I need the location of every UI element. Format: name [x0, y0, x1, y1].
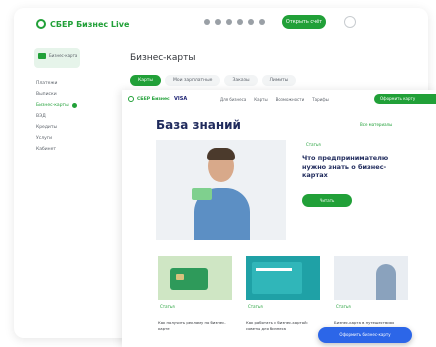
sidebar-item[interactable]: Бизнес-карты [36, 100, 96, 111]
phone-icon[interactable] [226, 19, 232, 25]
sber-logo[interactable]: СБЕР Бизнес Live [36, 19, 129, 29]
logo-icon [36, 19, 46, 29]
sidebar-item-label: Бизнес-карты [36, 103, 69, 108]
sidebar-item[interactable]: ВЭД [36, 111, 96, 122]
all-materials-link[interactable]: Все материалы [360, 122, 392, 127]
tab-bar: Карты Мои зарплатные Заказы Лимиты [130, 75, 297, 86]
feature-title[interactable]: Что предпринимателю нужно знать о бизнес… [302, 154, 402, 180]
tab[interactable]: Заказы [224, 75, 258, 86]
open-account-button[interactable]: Открыть счёт [282, 15, 326, 29]
mail-icon[interactable] [237, 19, 243, 25]
settings-icon[interactable] [248, 19, 254, 25]
site-nav-link[interactable]: Тарифы [312, 97, 329, 102]
article-title[interactable]: Как получить рекламу по бизнес-карте [158, 320, 234, 332]
sidebar-item[interactable]: Услуги [36, 133, 96, 144]
sidebar-item[interactable]: Кабинет [36, 144, 96, 155]
person-hair [207, 148, 235, 160]
logo-text: СБЕР Бизнес Live [50, 19, 130, 29]
active-indicator-icon [71, 103, 77, 108]
article-title[interactable]: Как работать с бизнес-картой: советы для… [246, 320, 322, 332]
card-chip-icon [176, 274, 184, 280]
bell-icon[interactable] [204, 19, 210, 25]
order-card-nav-button[interactable]: Оформить карту [374, 94, 436, 104]
screen-bar [256, 268, 292, 271]
read-button[interactable]: Читать [302, 194, 352, 207]
hero-image[interactable] [156, 140, 286, 240]
screen: СБЕР Бизнес Live Открыть счёт Бизнес-кар… [0, 0, 436, 347]
feature-badge: Статья [306, 142, 321, 147]
article-image-2[interactable] [246, 256, 320, 300]
tab[interactable]: Карты [130, 75, 161, 86]
knowledge-base-title: База знаний [156, 118, 241, 132]
sidebar-item[interactable]: Кредиты [36, 122, 96, 133]
sidebar-item-label: Платежи [36, 81, 58, 86]
person-illustration [376, 264, 396, 300]
site-logo-icon [128, 96, 134, 102]
sidebar-item-label: Услуги [36, 136, 53, 141]
user-icon[interactable] [259, 19, 265, 25]
sidebar: Платежи Выписки Бизнес-карты ВЭД Кредиты Услу… [36, 78, 96, 155]
site-nav: СБЕР Бизнес VISA Для бизнеса Карты Возможн… [122, 90, 436, 108]
sidebar-item-label: Выписки [36, 92, 57, 97]
chat-icon[interactable] [215, 19, 221, 25]
green-card [192, 188, 212, 200]
browser-window: СБЕР Бизнес VISA Для бизнеса Карты Возможн… [122, 90, 436, 347]
article-badge: Статья [248, 304, 263, 309]
card-thumbnail-label: Бизнес-карта [49, 53, 78, 58]
site-nav-links: Для бизнеса Карты Возможности Тарифы [220, 97, 329, 102]
tab[interactable]: Мои зарплатные [164, 75, 221, 86]
toolbar-icons [204, 19, 265, 25]
site-logo[interactable]: СБЕР Бизнес [128, 96, 170, 102]
article-badge: Статья [336, 304, 351, 309]
site-nav-link[interactable]: Возможности [276, 97, 305, 102]
order-business-card-button[interactable]: Оформить бизнес-карту [318, 327, 412, 343]
sidebar-item-label: Кабинет [36, 147, 56, 152]
article-badge: Статья [160, 304, 175, 309]
visa-logo: VISA [174, 96, 188, 102]
search-icon[interactable] [344, 16, 356, 28]
site-nav-link[interactable]: Для бизнеса [220, 97, 246, 102]
page-title: Бизнес-карты [130, 53, 196, 63]
article-image-1[interactable] [158, 256, 232, 300]
sidebar-item[interactable]: Платежи [36, 78, 96, 89]
tab[interactable]: Лимиты [261, 75, 297, 86]
article-title[interactable]: Бизнес-карта в путешествиях [334, 320, 410, 326]
sidebar-item-label: ВЭД [36, 114, 46, 119]
site-logo-text: СБЕР Бизнес [137, 96, 170, 102]
sidebar-item-label: Кредиты [36, 125, 58, 130]
site-nav-link[interactable]: Карты [254, 97, 267, 102]
article-image-3[interactable] [334, 256, 408, 300]
screen-illustration [252, 262, 302, 294]
card-chip-icon [38, 53, 46, 59]
sidebar-item[interactable]: Выписки [36, 89, 96, 100]
